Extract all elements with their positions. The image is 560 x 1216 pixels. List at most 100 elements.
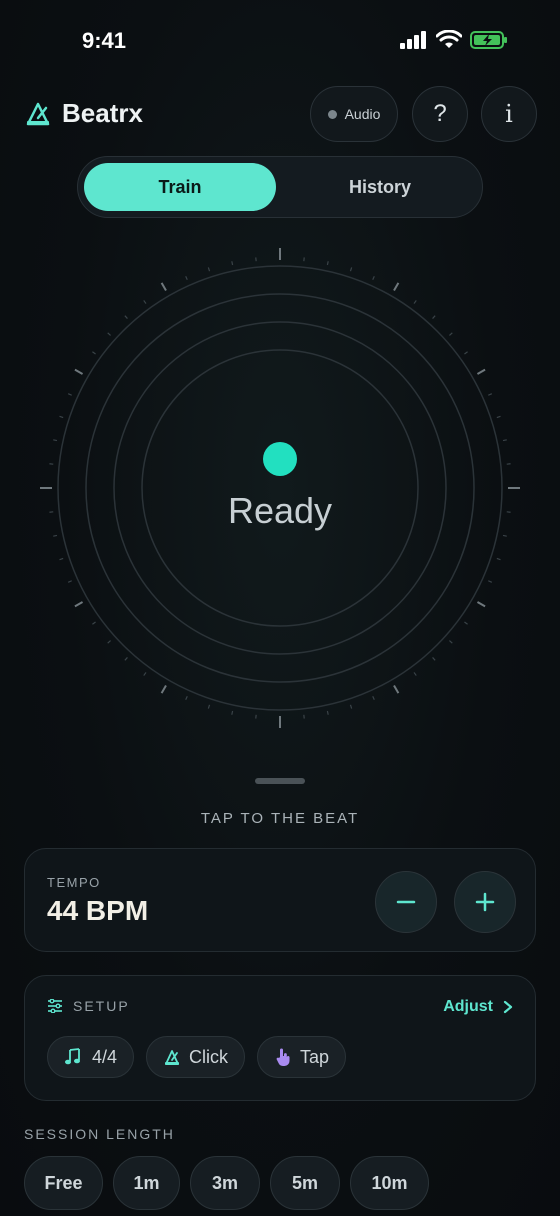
dial-tick <box>107 332 111 336</box>
dial-tick <box>349 704 353 709</box>
brand: Beatrx <box>24 98 143 129</box>
session-option-1m[interactable]: 1m <box>113 1156 180 1210</box>
status-bar: 9:41 <box>0 0 560 84</box>
info-icon: i <box>505 100 513 128</box>
dial-tick <box>107 640 111 644</box>
dial-tick <box>185 696 188 701</box>
info-button[interactable]: i <box>481 86 537 142</box>
signal-icon <box>400 31 426 49</box>
dial-tick <box>488 580 493 583</box>
tempo-card: TEMPO 44 BPM <box>24 848 536 952</box>
adjust-button[interactable]: Adjust <box>443 998 513 1016</box>
dial-tick <box>59 557 64 561</box>
metronome-logo-icon <box>26 102 50 125</box>
dial-tick <box>496 415 501 419</box>
tempo-value: 44 BPM <box>47 895 149 926</box>
dial-ticks <box>40 248 520 728</box>
dial-tick <box>74 601 84 608</box>
chip-sound[interactable]: Click <box>146 1036 246 1078</box>
tempo-label: TEMPO <box>47 875 101 890</box>
dial-tick <box>502 534 507 537</box>
beat-dial[interactable] <box>40 248 520 728</box>
dial-tick <box>326 710 329 715</box>
dial-tick <box>92 351 96 355</box>
dial-status: Ready <box>227 490 333 531</box>
dial-tick <box>488 393 493 396</box>
dial-tick <box>413 672 417 676</box>
session-length-label: SESSION LENGTH <box>24 1126 175 1142</box>
dial-tick <box>496 557 501 561</box>
dial-tick <box>326 261 329 266</box>
dial-tick <box>53 534 58 537</box>
hand-icon <box>276 1048 290 1066</box>
adjust-label: Adjust <box>443 998 493 1015</box>
dial-rings <box>57 265 503 711</box>
dial-tick <box>185 275 188 280</box>
wifi-icon <box>436 30 462 48</box>
session-option-free[interactable]: Free <box>24 1156 103 1210</box>
dial-tick <box>67 580 72 583</box>
dial-tick <box>92 621 96 625</box>
dial-tick <box>207 704 211 709</box>
audio-button[interactable]: Audio <box>310 86 398 142</box>
dial-tick <box>143 672 147 676</box>
dial-tick <box>476 601 486 608</box>
audio-status-dot <box>327 109 337 119</box>
sheet-handle[interactable] <box>255 778 305 784</box>
dial-tick <box>349 267 353 272</box>
dial-tick <box>449 640 453 644</box>
help-icon: ? <box>433 100 447 127</box>
session-option-10m[interactable]: 10m <box>350 1156 429 1210</box>
chip-input[interactable]: Tap <box>257 1036 347 1078</box>
dial-tick <box>160 684 167 694</box>
chip-label: 4/4 <box>92 1046 118 1067</box>
status-icons <box>400 30 508 50</box>
tab-history[interactable]: History <box>284 163 476 211</box>
dial-tick <box>432 315 436 319</box>
dial-tick <box>393 282 400 292</box>
notes-icon <box>65 1048 80 1065</box>
setup-chips: 4/4 Click Tap <box>47 1036 347 1078</box>
beat-indicator <box>263 442 297 476</box>
setup-header: SETUP <box>47 998 130 1014</box>
dial-tick <box>231 710 234 715</box>
dial-tick <box>207 267 211 272</box>
dial-tick <box>231 261 234 266</box>
app-name: Beatrx <box>62 98 143 128</box>
sliders-icon <box>48 999 62 1013</box>
setup-label: SETUP <box>73 998 130 1014</box>
dial-tick <box>59 415 64 419</box>
dial-tick <box>464 351 468 355</box>
dial-tick <box>476 368 486 375</box>
dial-tick <box>124 315 128 319</box>
status-time: 9:41 <box>82 28 127 53</box>
battery-charging-icon <box>470 31 507 49</box>
metronome-icon <box>165 1050 180 1065</box>
session-option-3m[interactable]: 3m <box>190 1156 260 1210</box>
dial-tick <box>393 684 400 694</box>
dial-tick <box>432 657 436 661</box>
session-option-5m[interactable]: 5m <box>270 1156 340 1210</box>
chip-time-signature[interactable]: 4/4 <box>47 1036 135 1078</box>
tempo-increase-button[interactable] <box>454 871 516 933</box>
dial-tick <box>372 696 375 701</box>
audio-label: Audio <box>344 106 381 122</box>
dial-tick <box>464 621 468 625</box>
setup-card: SETUP Adjust 4/4 Click Tap <box>24 975 536 1101</box>
help-button[interactable]: ? <box>412 86 468 142</box>
tab-train[interactable]: Train <box>84 163 276 211</box>
dial-tick <box>413 300 417 304</box>
tempo-decrease-button[interactable] <box>375 871 437 933</box>
dial-tick <box>124 657 128 661</box>
dial-tick <box>74 368 84 375</box>
dial-tick <box>502 439 507 442</box>
chip-label: Tap <box>300 1046 330 1067</box>
dial-tick <box>372 275 375 280</box>
app-header: Beatrx Audio ? i <box>0 86 560 144</box>
mode-tabs: Train History <box>77 156 483 218</box>
chevron-right-icon <box>503 1000 513 1014</box>
dial-tick <box>53 439 58 442</box>
dial-tick <box>449 332 453 336</box>
minus-icon <box>396 900 416 904</box>
plus-icon <box>475 892 495 912</box>
